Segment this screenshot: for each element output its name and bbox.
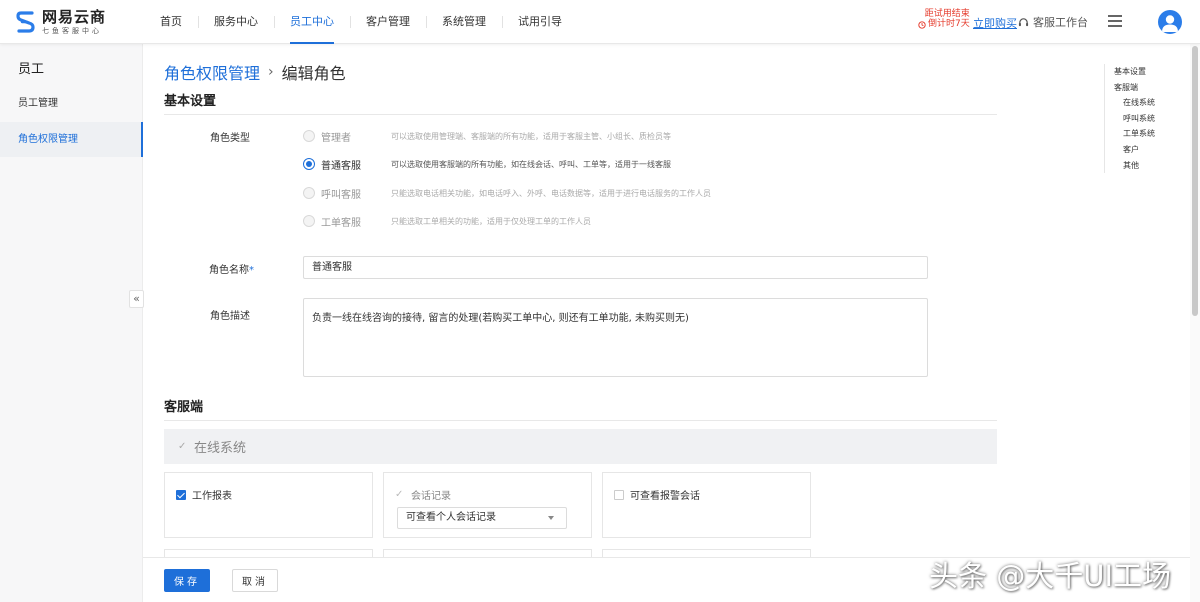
role-type-option-label: 普通客服 [321,160,361,172]
role-type-option-ticket-agent[interactable]: 工单客服 只能选取工单相关的功能，适用于仅处理工单的工作人员 [303,213,591,229]
anchor-item-call[interactable]: 呼叫系统 [1114,111,1155,127]
radio-call-agent[interactable] [303,187,315,199]
agent-workbench-label: 客服工作台 [1033,16,1088,29]
breadcrumb: 角色权限管理 › 编辑角色 [164,60,346,84]
section-divider [164,420,997,421]
role-type-option-agent[interactable]: 普通客服 可以选取使用客服端的所有功能，如在线会话、呼叫、工单等，适用于一线客服 [303,156,671,172]
hamburger-menu-icon[interactable] [1108,15,1122,27]
nav-item-system-management[interactable]: 系统管理 [426,0,502,44]
sidebar-item-role-permissions[interactable]: 角色权限管理 [0,122,143,157]
page-scrollbar[interactable] [1190,44,1200,602]
anchor-item-client[interactable]: 客服端 [1114,80,1155,96]
radio-agent[interactable] [303,158,315,170]
required-mark: * [249,265,254,276]
check-icon: ✓ [395,488,404,500]
sidebar: 员工 员工管理 角色权限管理 [0,44,143,602]
breadcrumb-separator-icon: › [268,64,274,80]
nav-item-home[interactable]: 首页 [144,0,198,44]
radio-ticket-agent[interactable] [303,215,315,227]
sidebar-collapse-button[interactable]: « [129,290,144,308]
cancel-button[interactable]: 取消 [232,569,278,592]
top-navbar: 网易云商 七鱼客服中心 首页 服务中心 员工中心 客户管理 系统管理 试用引导 … [0,0,1200,44]
agent-workbench-link[interactable]: 客服工作台 [1018,14,1088,30]
nav-item-staff-center[interactable]: 员工中心 [274,0,350,44]
permission-card-session-records: ✓ 会话记录 可查看个人会话记录 [383,472,592,538]
brand-logo[interactable]: 网易云商 七鱼客服中心 [16,9,106,35]
breadcrumb-current: 编辑角色 [281,64,346,83]
session-records-scope-select[interactable]: 可查看个人会话记录 [397,507,567,529]
select-value: 可查看个人会话记录 [406,512,496,523]
role-type-option-label: 工单客服 [321,217,361,229]
nav-item-trial-guide[interactable]: 试用引导 [502,0,578,44]
role-type-option-label: 管理者 [321,132,351,144]
role-desc-textarea[interactable]: 负责一线在线咨询的接待, 留言的处理(若购买工单中心, 则还有工单功能, 未购买… [303,298,928,377]
section-title-client: 客服端 [164,400,204,415]
nav-item-service-center[interactable]: 服务中心 [198,0,274,44]
breadcrumb-parent-link[interactable]: 角色权限管理 [164,60,260,84]
anchor-item-ticket[interactable]: 工单系统 [1114,126,1155,142]
save-button[interactable]: 保存 [164,569,210,592]
watermark-text: 头条 @大千UI工场 [929,559,1171,593]
buy-now-link[interactable]: 立即购买 [973,15,1017,31]
role-type-label: 角色类型 [210,133,250,144]
radio-manager[interactable] [303,130,315,142]
role-type-option-desc: 可以选取使用管理端、客服端的所有功能，适用于客服主管、小组长、质检员等 [391,131,671,141]
headset-icon [1018,17,1029,26]
brand-logo-icon [16,10,36,34]
caret-down-icon [548,516,554,520]
role-type-option-desc: 可以选取使用客服端的所有功能，如在线会话、呼叫、工单等，适用于一线客服 [391,159,671,169]
role-type-option-manager[interactable]: 管理者 可以选取使用管理端、客服端的所有功能，适用于客服主管、小组长、质检员等 [303,128,671,144]
trial-countdown: 距试用结束 倒计时7天 [918,9,970,30]
clock-icon [918,21,926,29]
role-type-option-desc: 只能选取电话相关功能，如电话呼入、外呼、电话数据等，适用于进行电话服务的工作人员 [391,188,711,198]
role-name-label: 角色名称* [209,265,254,276]
anchor-item-customer[interactable]: 客户 [1114,142,1155,158]
nav-item-customer-management[interactable]: 客户管理 [350,0,426,44]
sidebar-title: 员工 [18,62,45,77]
brand-tagline: 七鱼客服中心 [42,26,102,35]
role-name-input[interactable]: 普通客服 [303,256,928,279]
permission-label: 会话记录 [411,491,451,502]
permission-label: 可查看报警会话 [630,491,700,502]
role-type-option-call-agent[interactable]: 呼叫客服 只能选取电话相关功能，如电话呼入、外呼、电话数据等，适用于进行电话服务… [303,185,711,201]
check-icon: ✓ [178,440,187,452]
role-type-option-desc: 只能选取工单相关的功能，适用于仅处理工单的工作人员 [391,216,591,226]
group-title: 在线系统 [194,441,247,456]
sidebar-item-staff-management[interactable]: 员工管理 [0,86,143,121]
permission-card-alarm-sessions: 可查看报警会话 [602,472,811,538]
section-title-basic: 基本设置 [164,94,217,109]
main-nav: 首页 服务中心 员工中心 客户管理 系统管理 试用引导 [144,0,578,44]
user-avatar[interactable] [1158,10,1182,34]
section-divider [164,114,997,115]
anchor-item-other[interactable]: 其他 [1114,158,1155,174]
permission-card-work-report: 工作报表 [164,472,373,538]
anchor-item-basic[interactable]: 基本设置 [1114,64,1155,80]
anchor-nav: 基本设置 客服端 在线系统 呼叫系统 工单系统 客户 其他 [1104,64,1155,174]
checkbox-work-report[interactable] [176,489,186,500]
scrollbar-thumb[interactable] [1192,46,1198,316]
trial-countdown-text: 倒计时7天 [928,18,970,29]
anchor-item-online[interactable]: 在线系统 [1114,95,1155,111]
role-type-option-label: 呼叫客服 [321,189,361,201]
brand-name: 网易云商 [42,7,107,26]
checkbox-alarm-sessions[interactable] [614,489,624,500]
role-desc-label: 角色描述 [210,311,250,322]
group-online-system[interactable]: ✓ 在线系统 [164,429,997,464]
permission-label: 工作报表 [192,491,232,502]
